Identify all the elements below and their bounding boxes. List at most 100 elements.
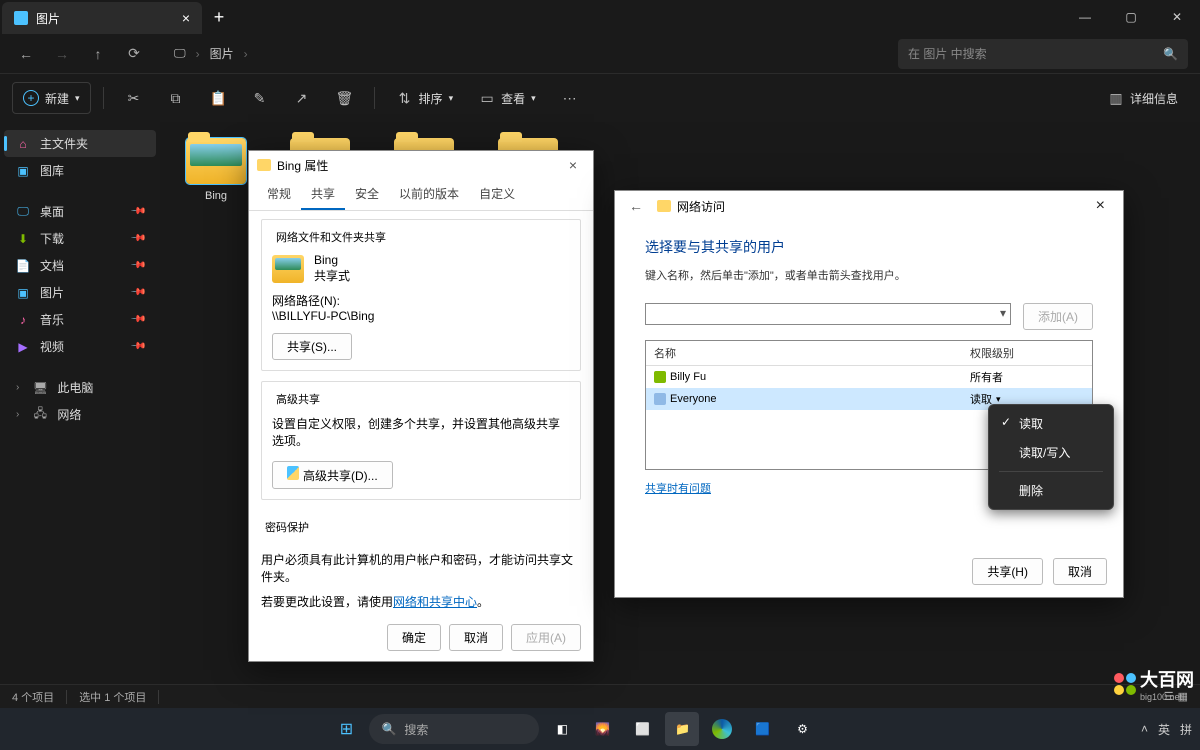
tab-previous-versions[interactable]: 以前的版本: [389, 179, 469, 210]
apply-button[interactable]: 应用(A): [511, 624, 581, 651]
folder-item[interactable]: Bing: [176, 138, 256, 202]
password-protect-text: 用户必须具有此计算机的用户帐户和密码，才能访问共享文件夹。: [261, 551, 581, 585]
taskbar-app[interactable]: ⬜: [625, 712, 659, 746]
folder-icon: [272, 255, 304, 283]
maximize-button[interactable]: ▢: [1108, 0, 1154, 34]
watermark-logo-icon: [1114, 673, 1136, 695]
rename-button[interactable]: ✎: [242, 82, 278, 114]
sidebar-item-videos[interactable]: ▶视频📌: [4, 333, 156, 360]
tab-customize[interactable]: 自定义: [469, 179, 525, 210]
chevron-right-icon: ›: [244, 47, 248, 61]
share-button[interactable]: 共享(S)...: [272, 333, 352, 360]
copy-button[interactable]: ⧉: [158, 82, 194, 114]
tab-sharing[interactable]: 共享: [301, 179, 345, 210]
sidebar-item-documents[interactable]: 📄文档📌: [4, 252, 156, 279]
view-icon: ▭: [479, 90, 495, 107]
table-row[interactable]: Billy Fu 所有者: [646, 366, 1092, 388]
section-title: 密码保护: [261, 519, 313, 535]
ime-mode[interactable]: 拼: [1180, 721, 1192, 738]
menu-item-remove[interactable]: 删除: [993, 476, 1109, 505]
details-pane-button[interactable]: ▥详细信息: [1098, 82, 1188, 114]
cancel-button[interactable]: 取消: [1053, 558, 1107, 585]
column-name[interactable]: 名称: [646, 341, 962, 365]
paste-button[interactable]: 📋: [200, 82, 236, 114]
user-combobox[interactable]: [645, 303, 1011, 325]
refresh-button[interactable]: ⟳: [120, 40, 148, 68]
cut-button[interactable]: ✂: [116, 82, 152, 114]
gear-icon: ⚙: [797, 722, 808, 736]
sidebar-item-music[interactable]: ♪音乐📌: [4, 306, 156, 333]
tray-chevron-icon[interactable]: ˄: [1141, 722, 1148, 736]
search-input[interactable]: 在 图片 中搜索 🔍: [898, 39, 1188, 69]
selection-count: 选中 1 个项目: [79, 689, 146, 705]
sort-icon: ⇅: [397, 90, 413, 107]
clipboard-icon: 📋: [210, 90, 226, 107]
minimize-button[interactable]: ―: [1062, 0, 1108, 34]
share-button[interactable]: ↗: [284, 82, 320, 114]
scissors-icon: ✂: [126, 90, 142, 107]
share-icon: ↗: [294, 90, 310, 107]
sidebar-item-pictures[interactable]: ▣图片📌: [4, 279, 156, 306]
sidebar-item-gallery[interactable]: ▣图库: [4, 157, 156, 184]
share-confirm-button[interactable]: 共享(H): [972, 558, 1043, 585]
taskbar-settings[interactable]: ⚙: [785, 712, 819, 746]
watermark-url: big100.net: [1140, 692, 1194, 702]
close-button[interactable]: ×: [561, 153, 585, 177]
taskbar-edge[interactable]: [705, 712, 739, 746]
share-state: 共享式: [314, 267, 350, 284]
ime-indicator[interactable]: 英: [1158, 721, 1170, 738]
sidebar-item-desktop[interactable]: 🖵桌面📌: [4, 198, 156, 225]
up-button[interactable]: ↑: [84, 40, 112, 68]
view-button[interactable]: ▭查看▾: [469, 82, 546, 114]
properties-dialog: Bing 属性 × 常规 共享 安全 以前的版本 自定义 网络文件和文件夹共享 …: [248, 150, 594, 662]
breadcrumb[interactable]: 🖵 › 图片 ›: [164, 45, 890, 62]
folder-icon: [257, 159, 271, 171]
trouble-sharing-link[interactable]: 共享时有问题: [645, 480, 711, 496]
group-icon: [654, 393, 666, 405]
chevron-down-icon: ▾: [75, 93, 80, 104]
taskbar-app[interactable]: 🟦: [745, 712, 779, 746]
nav-bar: ← → ↑ ⟳ 🖵 › 图片 › 在 图片 中搜索 🔍: [0, 34, 1200, 74]
sidebar-item-downloads[interactable]: ⬇下载📌: [4, 225, 156, 252]
new-tab-button[interactable]: +: [202, 0, 236, 34]
close-tab-icon[interactable]: ×: [182, 10, 190, 26]
task-view-button[interactable]: ◧: [545, 712, 579, 746]
forward-button[interactable]: →: [48, 40, 76, 68]
more-button[interactable]: ⋯: [552, 82, 588, 114]
advanced-share-button[interactable]: 高级共享(D)...: [272, 461, 393, 489]
delete-button[interactable]: 🗑: [326, 82, 362, 114]
back-button[interactable]: ←: [625, 194, 647, 218]
share-folder-name: Bing: [314, 253, 350, 267]
taskbar-search[interactable]: 🔍搜索: [369, 714, 539, 744]
taskbar-explorer[interactable]: 📁: [665, 712, 699, 746]
taskbar-app[interactable]: 🌄: [585, 712, 619, 746]
folder-icon: [186, 138, 246, 184]
add-button[interactable]: 添加(A): [1023, 303, 1093, 330]
back-button[interactable]: ←: [12, 40, 40, 68]
sidebar-item-thispc[interactable]: ›🖥此电脑: [4, 374, 156, 401]
menu-item-read[interactable]: 读取: [993, 409, 1109, 438]
cancel-button[interactable]: 取消: [449, 624, 503, 651]
tab-general[interactable]: 常规: [257, 179, 301, 210]
chevron-right-icon: ›: [16, 409, 19, 420]
close-window-button[interactable]: ✕: [1154, 0, 1200, 34]
sidebar-item-network[interactable]: ›🖧网络: [4, 401, 156, 428]
tab-security[interactable]: 安全: [345, 179, 389, 210]
status-bar: 4 个项目 选中 1 个项目 ☰ ▦: [0, 684, 1200, 708]
network-center-link[interactable]: 网络和共享中心: [393, 595, 477, 609]
chevron-right-icon: ›: [196, 47, 200, 61]
sort-button[interactable]: ⇅排序▾: [387, 82, 464, 114]
download-icon: ⬇: [16, 232, 30, 246]
command-toolbar: + 新建 ▾ ✂ ⧉ 📋 ✎ ↗ 🗑 ⇅排序▾ ▭查看▾ ⋯ ▥详细信息: [0, 74, 1200, 122]
explorer-tab[interactable]: 图片 ×: [2, 2, 202, 34]
start-button[interactable]: ⊞: [329, 712, 363, 746]
close-button[interactable]: ×: [1088, 193, 1113, 219]
ok-button[interactable]: 确定: [387, 624, 441, 651]
menu-item-readwrite[interactable]: 读取/写入: [993, 438, 1109, 467]
sidebar-item-home[interactable]: ⌂主文件夹: [4, 130, 156, 157]
search-icon: 🔍: [381, 722, 396, 736]
column-permission[interactable]: 权限级别: [962, 341, 1092, 365]
pin-icon: 📌: [129, 257, 146, 274]
crumb-pictures[interactable]: 图片: [210, 45, 234, 62]
new-button[interactable]: + 新建 ▾: [12, 82, 91, 114]
